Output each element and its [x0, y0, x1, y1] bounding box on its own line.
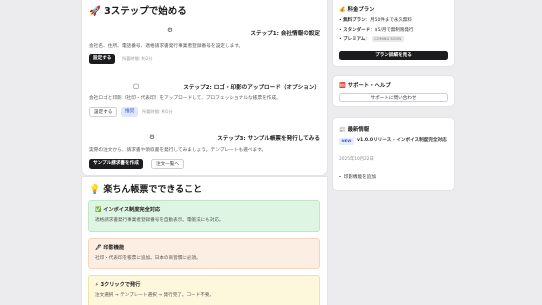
plan-premium-label: プレミアム — [343, 37, 366, 42]
news-bullet-text: 印影機能を追加 — [343, 175, 376, 180]
view-plan-details-button[interactable]: プラン詳細を見る — [339, 51, 448, 60]
feature-three-click-title: ⚡ 3クリックで発行 — [95, 282, 141, 288]
gear-icon: ⚙ — [167, 26, 173, 34]
plan-free-label: 無料プラン — [343, 18, 366, 23]
plan-standard-label: スタンダード — [343, 28, 371, 33]
step-2-duration: 所要時間: 約1分 — [142, 109, 173, 114]
news-title: 📰 最新情報 — [339, 127, 370, 133]
plan-premium: • プレミアム： COMING SOON — [339, 36, 404, 42]
getting-started-title: 🚀 3ステップで始める — [89, 6, 187, 17]
step-1-description: 会社名、住所、電話番号、適格請求書発行事業者登録番号を設定します。 — [89, 44, 244, 49]
contact-support-button[interactable]: サポートに問い合わせ — [339, 93, 448, 102]
feature-invoice-title: ✅ インボイス制度完全対応 — [95, 207, 161, 213]
news-date: 2025年10月22日 — [339, 157, 374, 162]
gear-icon: ⚙ — [149, 133, 155, 141]
feature-invoice: ✅ インボイス制度完全対応 適格請求書発行事業者登録番号を自動表示。電帳法にも対… — [88, 200, 320, 232]
feature-seal-description: 社印・代表印を帳票に追加。日本の商習慣に必須。 — [95, 256, 201, 261]
feature-three-click: ⚡ 3クリックで発行 注文選択 → テンプレート選択 → 発行完了。コード不要。 — [88, 275, 320, 305]
feature-invoice-description: 適格請求書発行事業者登録番号を自動表示。電帳法にも対応。 — [95, 218, 224, 223]
coming-soon-badge: COMING SOON — [371, 36, 404, 42]
step-2-title: ステップ2: ロゴ・印影のアップロード（オプション） — [183, 85, 320, 91]
news-bullet: 印影機能を追加 — [339, 174, 376, 182]
plan-standard-value: ：$5/月で無制限発行 — [370, 28, 414, 33]
step-3-description: 実際の注文から、請求書や領収書を発行してみましょう。テンプレートも選べます。 — [89, 148, 267, 153]
new-badge: NEW — [339, 138, 354, 145]
feature-seal-title: 🖊 印影機能 — [95, 245, 125, 251]
plan-standard: • スタンダード：$5/月で無制限発行 — [339, 28, 414, 33]
support-card: 🆘 サポート・ヘルプ サポートに問い合わせ — [333, 76, 454, 106]
order-list-button[interactable]: 注文一覧へ — [151, 159, 184, 169]
step-1-title: ステップ1: 会社情報の設定 — [250, 31, 320, 37]
feature-three-click-description: 注文選択 → テンプレート選択 → 発行完了。コード不要。 — [95, 293, 215, 298]
step-2-recommended-badge: 推奨 — [121, 107, 139, 117]
step-1-setup-button[interactable]: 設定する — [89, 54, 116, 64]
features-title: 💡 楽ちん帳票でできること — [89, 185, 203, 195]
pricing-title: 💰 料金プラン — [339, 7, 375, 13]
plan-free: • 無料プラン：月50件まで永久無料 — [339, 18, 412, 23]
step-2-description: 会社ロゴと印影（社印・代表印）をアップロードして、プロフェッショナルな帳票を作成… — [89, 96, 281, 101]
step-3-title: ステップ3: サンプル帳票を発行してみる — [217, 136, 320, 142]
bullet-icon — [339, 175, 341, 178]
feature-seal: 🖊 印影機能 社印・代表印を帳票に追加。日本の商習慣に必須。 — [88, 238, 320, 269]
image-icon: ▢ — [133, 82, 140, 90]
step-2-setup-button[interactable]: 設定する — [89, 107, 118, 117]
plan-free-value: ：月50件まで永久無料 — [365, 18, 412, 23]
pricing-card: 💰 料金プラン • 無料プラン：月50件まで永久無料 • スタンダード：$5/月… — [333, 0, 454, 66]
getting-started-card: 🚀 3ステップで始める ⚙ ステップ1: 会社情報の設定 会社名、住所、電話番号… — [82, 0, 327, 175]
step-1-duration: 所要時間: 約2分 — [122, 56, 153, 61]
news-headline: v1.0.0リリース - インボイス制度完全対応 — [357, 138, 447, 143]
create-sample-invoice-button[interactable]: サンプル請求書を作成 — [89, 159, 143, 169]
news-card: 📰 最新情報 NEW v1.0.0リリース - インボイス制度完全対応 2025… — [333, 118, 454, 190]
plan-premium-suffix: ： — [365, 37, 370, 42]
support-title: 🆘 サポート・ヘルプ — [339, 83, 391, 89]
